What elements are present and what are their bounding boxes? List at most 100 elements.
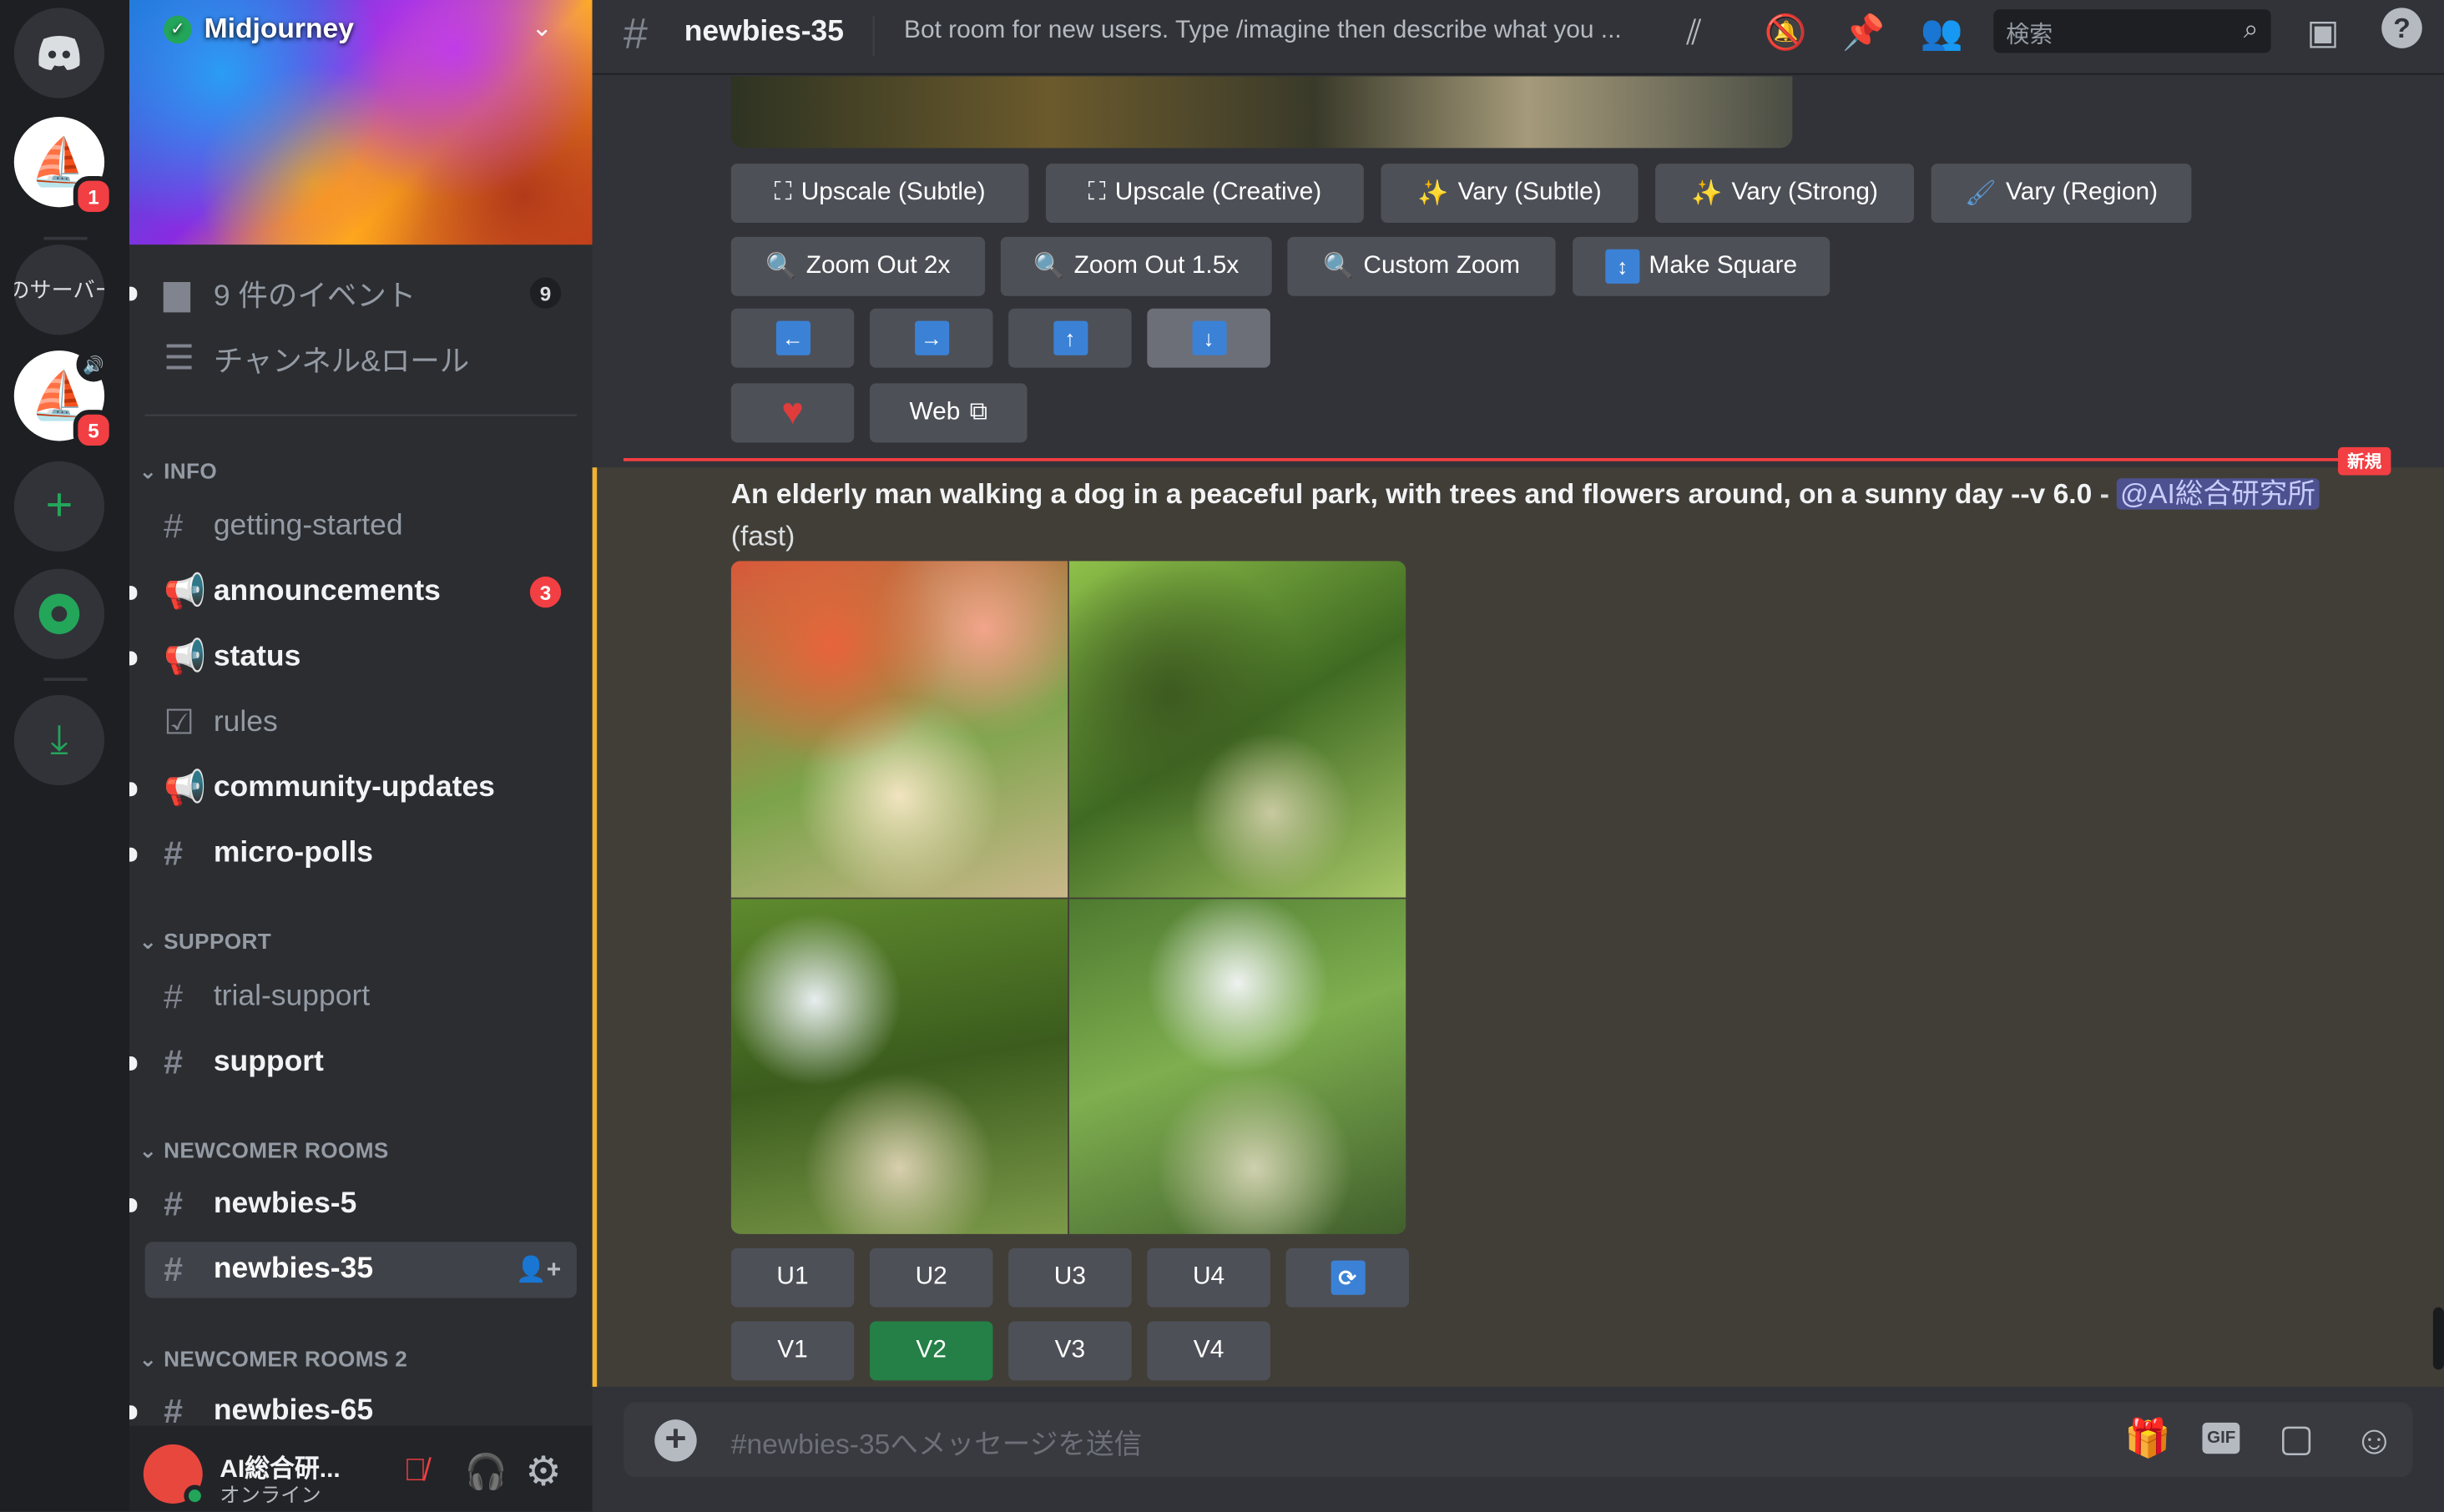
make-square-button[interactable]: ↕ Make Square	[1573, 236, 1830, 296]
zoom-out-2x-button[interactable]: 🔍 Zoom Out 2x	[730, 236, 986, 296]
refresh-icon: ⟳	[1330, 1260, 1365, 1295]
channel-topic[interactable]: Bot room for new users. Type /imagine th…	[904, 18, 1622, 46]
inbox-icon[interactable]: ▣	[2307, 13, 2340, 53]
hash-lock-icon: #	[164, 1184, 183, 1223]
pan-down-button[interactable]: ↓	[1147, 308, 1270, 368]
channel-status[interactable]: 📢 status	[129, 629, 577, 685]
invite-member-icon[interactable]: 👤+	[516, 1254, 562, 1285]
channel-newbies-5[interactable]: # newbies-5	[129, 1177, 577, 1232]
upscale-4-button[interactable]: U4	[1147, 1247, 1270, 1308]
upscale-creative-button[interactable]: ⛶ Upscale (Creative)	[1045, 164, 1364, 224]
vary-subtle-button[interactable]: ✨ Vary (Subtle)	[1381, 164, 1639, 224]
channel-label: newbies-35	[213, 1252, 374, 1286]
download-button[interactable]: ⤓	[13, 694, 105, 786]
plus-icon: +	[45, 480, 73, 532]
new-badge: 新規	[2337, 446, 2391, 476]
button-label: V3	[1054, 1337, 1086, 1363]
variation-1-button[interactable]: V1	[730, 1321, 855, 1381]
upscale-1-button[interactable]: U1	[730, 1247, 855, 1308]
expand-icon: ⛶	[774, 179, 792, 206]
server-midjourney[interactable]: ⛵ 1	[13, 117, 114, 217]
upscale-2-button[interactable]: U2	[869, 1247, 993, 1308]
button-label: Custom Zoom	[1363, 252, 1520, 280]
message-composer[interactable]: + #newbies-35へメッセージを送信 🎁 GIF ▢ ☺	[623, 1402, 2413, 1478]
pan-left-button[interactable]: ←	[730, 308, 855, 368]
members-icon[interactable]: 👥	[1921, 13, 1963, 53]
channels-roles-item[interactable]: ☰ チャンネル&ロール	[145, 330, 577, 386]
channel-newbies-35[interactable]: # newbies-35 👤+	[144, 1242, 577, 1298]
avatar[interactable]	[143, 1444, 206, 1507]
unread-badge: 5	[73, 410, 114, 451]
pan-up-button[interactable]: ↑	[1008, 308, 1132, 368]
reroll-button[interactable]: ⟳	[1285, 1247, 1410, 1308]
sticker-icon[interactable]: ▢	[2279, 1416, 2314, 1461]
upscale-subtle-button[interactable]: ⛶ Upscale (Subtle)	[730, 164, 1029, 224]
server-midjourney-2[interactable]: ⛵ 🔊 5	[13, 347, 114, 451]
category-label: NEWCOMER ROOMS	[164, 1137, 389, 1163]
gear-icon[interactable]: ⚙	[525, 1448, 562, 1496]
gif-button[interactable]: GIF	[2202, 1422, 2240, 1454]
channel-label: trial-support	[213, 980, 371, 1013]
channel-micro-polls[interactable]: # micro-polls	[129, 826, 577, 882]
server-header[interactable]: ✓ Midjourney	[164, 13, 354, 45]
channel-support[interactable]: # support	[129, 1035, 577, 1091]
image-grid[interactable]	[730, 561, 1406, 1234]
button-label: Upscale (Subtle)	[800, 179, 986, 206]
unread-dot	[129, 782, 138, 797]
explore-button[interactable]	[13, 568, 105, 659]
grid-image-1[interactable]	[730, 561, 1068, 898]
up-down-arrow-icon: ↕	[1605, 249, 1640, 284]
discord-home-button[interactable]	[13, 8, 105, 98]
user-mention[interactable]: @AI総合研究所	[2117, 478, 2319, 510]
category-support[interactable]: ⌄ SUPPORT	[139, 929, 271, 955]
mic-muted-icon[interactable]: 🎙̸	[404, 1454, 427, 1489]
headphones-icon[interactable]: 🎧	[464, 1452, 507, 1493]
threads-icon[interactable]: ⫽	[1686, 13, 1701, 53]
variation-4-button[interactable]: V4	[1147, 1321, 1270, 1381]
custom-zoom-button[interactable]: 🔍 Custom Zoom	[1287, 236, 1556, 296]
button-label: Vary (Region)	[2006, 179, 2159, 206]
vary-region-button[interactable]: 🖌 Vary (Region)	[1931, 164, 2192, 224]
pan-right-button[interactable]: →	[869, 308, 993, 368]
channel-community-updates[interactable]: 📢 community-updates	[129, 760, 577, 816]
upscale-3-button[interactable]: U3	[1008, 1247, 1132, 1308]
zoom-out-1-5x-button[interactable]: 🔍 Zoom Out 1.5x	[1000, 236, 1272, 296]
button-label: Make Square	[1649, 252, 1798, 280]
pin-icon[interactable]: 📌	[1842, 13, 1885, 53]
channel-sidebar: ✓ Midjourney ⌄ ▆ 9 件のイベント 9 ☰ チャンネル&ロール ⌄ IN…	[129, 0, 593, 1512]
add-attachment-button[interactable]: +	[654, 1419, 697, 1462]
hash-lock-icon: #	[164, 1249, 183, 1289]
channel-rules[interactable]: ☑ rules	[145, 695, 577, 751]
chevron-down-icon[interactable]: ⌄	[532, 13, 553, 43]
variation-3-button[interactable]: V3	[1008, 1321, 1132, 1381]
message-input-placeholder[interactable]: #newbies-35へメッセージを送信	[731, 1423, 1142, 1464]
channel-trial-support[interactable]: # trial-support	[145, 969, 577, 1025]
calendar-icon: ▆	[164, 272, 190, 312]
favorite-button[interactable]: ♥	[730, 383, 855, 443]
add-server-button[interactable]: +	[13, 461, 105, 552]
help-icon[interactable]: ?	[2381, 8, 2422, 48]
grid-image-4[interactable]	[1068, 899, 1406, 1234]
magnifier-icon: 🔍	[1033, 254, 1065, 281]
category-info[interactable]: ⌄ INFO	[139, 458, 217, 485]
scrollbar[interactable]	[2432, 1307, 2444, 1370]
channel-label: rules	[213, 705, 278, 739]
events-item[interactable]: ▆ 9 件のイベント 9	[129, 265, 577, 320]
channel-announcements[interactable]: 📢 announcements 3	[129, 564, 577, 620]
channel-getting-started[interactable]: # getting-started	[145, 499, 577, 555]
variation-2-button[interactable]: V2	[869, 1321, 993, 1381]
server-folder[interactable]: のサーバー	[13, 244, 105, 335]
emoji-icon[interactable]: ☺	[2354, 1416, 2396, 1464]
category-newcomer-rooms-2[interactable]: ⌄ NEWCOMER ROOMS 2	[139, 1346, 407, 1373]
button-label: Web	[909, 399, 961, 426]
unread-dot	[129, 586, 138, 600]
web-link-button[interactable]: Web ⧉	[869, 383, 1028, 443]
search-input[interactable]: 検索 ⌕	[1993, 9, 2271, 53]
grid-image-3[interactable]	[730, 899, 1068, 1234]
bell-muted-icon[interactable]: 🔕	[1765, 13, 1807, 53]
vary-strong-button[interactable]: ✨ Vary (Strong)	[1655, 164, 1915, 224]
previous-image[interactable]	[730, 76, 1793, 149]
category-newcomer-rooms[interactable]: ⌄ NEWCOMER ROOMS	[139, 1137, 388, 1164]
gift-icon[interactable]: 🎁	[2124, 1416, 2171, 1461]
grid-image-2[interactable]	[1068, 561, 1406, 898]
